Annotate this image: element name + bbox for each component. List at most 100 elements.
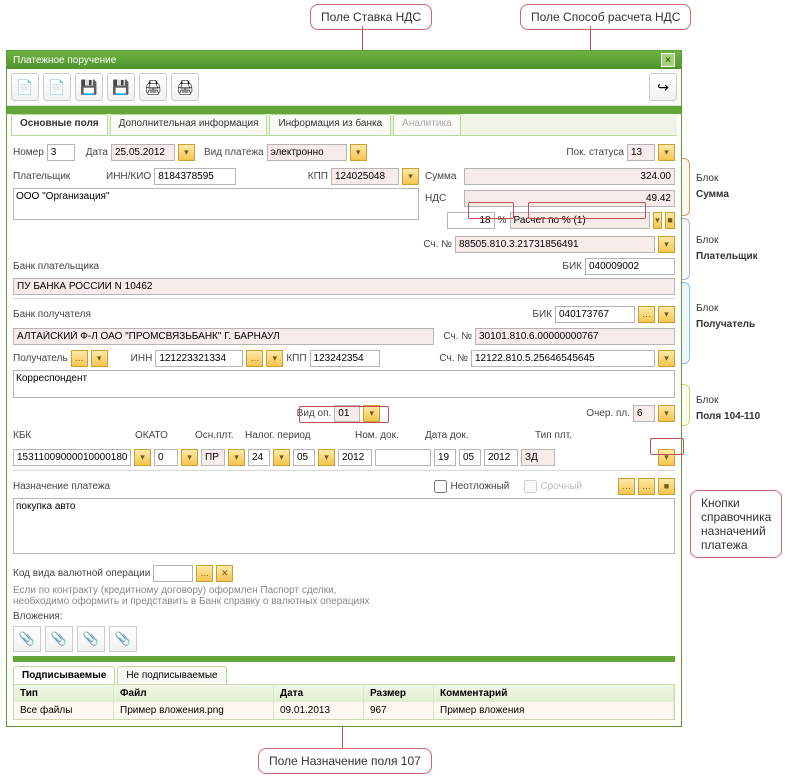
p2-dd-icon[interactable]: ▾ <box>318 449 335 466</box>
tb-print-icon[interactable]: 🖨 <box>139 73 167 101</box>
fh-type[interactable]: Тип <box>14 685 114 702</box>
input-payer-bik[interactable] <box>585 258 675 275</box>
lbl-kbk: КБК <box>13 430 135 441</box>
lbl-type: Вид платежа <box>204 147 264 158</box>
input-d2[interactable] <box>459 449 481 466</box>
nds-method-dd-icon[interactable]: ▾ <box>653 212 663 229</box>
calendar-icon[interactable]: ▾ <box>178 144 195 161</box>
fh-comm[interactable]: Комментарий <box>434 685 674 702</box>
input-purpose[interactable] <box>13 498 675 554</box>
lbl-period: Налог. период <box>245 430 355 441</box>
curcode-ref-icon[interactable]: … <box>196 565 213 582</box>
input-queue[interactable] <box>633 405 655 422</box>
type-dd-icon[interactable]: ▾ <box>350 144 367 161</box>
nds-action-icon[interactable]: ■ <box>665 212 675 229</box>
input-type[interactable] <box>267 144 347 161</box>
purpose-ref3-icon[interactable]: ■ <box>658 478 675 495</box>
input-p3[interactable] <box>338 449 372 466</box>
payer-kpp-dd-icon[interactable]: ▾ <box>402 168 419 185</box>
input-ndoc[interactable] <box>375 449 431 466</box>
tab-bank[interactable]: Информация из банка <box>269 114 391 135</box>
lbl-queue: Очер. пл. <box>586 408 630 419</box>
purpose-ref2-icon[interactable]: … <box>638 478 655 495</box>
fh-file[interactable]: Файл <box>114 685 274 702</box>
input-payer-inn[interactable] <box>154 168 236 185</box>
tip-dd-icon[interactable]: ▾ <box>658 449 675 466</box>
input-payee-bank[interactable] <box>13 328 434 345</box>
input-curcode[interactable] <box>153 565 193 582</box>
input-payee-acc[interactable] <box>475 328 675 345</box>
tabs: Основные поля Дополнительная информация … <box>11 114 677 136</box>
input-p2[interactable] <box>293 449 315 466</box>
vidop-dd-icon[interactable]: ▾ <box>363 405 380 422</box>
fh-date[interactable]: Дата <box>274 685 364 702</box>
payee-bik-dd-icon[interactable]: ▾ <box>658 306 675 323</box>
payer-acc-dd-icon[interactable]: ▾ <box>658 236 675 253</box>
input-payee-inn[interactable] <box>155 350 243 367</box>
input-vidop[interactable] <box>334 405 360 422</box>
lbl-payee-bank: Банк получателя <box>13 309 123 320</box>
lbl-payer-acc: Сч. № <box>423 239 452 250</box>
input-sum[interactable] <box>464 168 675 185</box>
att-edit-icon[interactable]: 📎 <box>45 626 73 652</box>
input-payee-bik[interactable] <box>555 306 635 323</box>
input-nds[interactable] <box>464 190 675 207</box>
payee-inn-ref-icon[interactable]: … <box>246 350 263 367</box>
input-okato[interactable] <box>154 449 178 466</box>
filetab-unsigned[interactable]: Не подписываемые <box>117 666 226 684</box>
input-payer-acc[interactable] <box>455 236 655 253</box>
okato-dd-icon[interactable]: ▾ <box>181 449 198 466</box>
status-dd-icon[interactable]: ▾ <box>658 144 675 161</box>
p1-dd-icon[interactable]: ▾ <box>273 449 290 466</box>
input-payee-name[interactable] <box>13 370 675 398</box>
input-nds-method[interactable] <box>510 212 650 229</box>
tab-analytics[interactable]: Аналитика <box>393 114 461 135</box>
payee-inn-dd-icon[interactable]: ▾ <box>266 350 283 367</box>
att-view-icon[interactable]: 📎 <box>109 626 137 652</box>
input-p1[interactable] <box>248 449 270 466</box>
kbk-dd-icon[interactable]: ▾ <box>134 449 151 466</box>
queue-dd-icon[interactable]: ▾ <box>658 405 675 422</box>
tab-main[interactable]: Основные поля <box>11 114 108 135</box>
tab-extra[interactable]: Дополнительная информация <box>110 114 268 135</box>
att-add-icon[interactable]: 📎 <box>13 626 41 652</box>
purpose-ref1-icon[interactable]: … <box>618 478 635 495</box>
tb-saveas-icon[interactable]: 💾 <box>107 73 135 101</box>
curcode-clear-icon[interactable]: ✕ <box>216 565 233 582</box>
table-row[interactable]: Все файлы Пример вложения.png 09.01.2013… <box>14 702 674 719</box>
filetab-signed[interactable]: Подписываемые <box>13 666 115 684</box>
payee-ref-icon[interactable]: … <box>71 350 88 367</box>
input-nds-rate[interactable] <box>447 212 495 229</box>
lbl-ddoc: Дата док. <box>425 430 535 441</box>
tb-doc-icon[interactable]: 📄 <box>43 73 71 101</box>
lbl-payee-inn: ИНН <box>131 353 153 364</box>
tb-printcfg-icon[interactable]: 🖨 <box>171 73 199 101</box>
tb-new-icon[interactable]: 📄 <box>11 73 39 101</box>
input-payee-kpp[interactable] <box>310 350 380 367</box>
input-status[interactable] <box>627 144 655 161</box>
input-osn[interactable] <box>201 449 225 466</box>
tb-save-icon[interactable]: 💾 <box>75 73 103 101</box>
input-payer-bank[interactable] <box>13 278 675 295</box>
input-date[interactable] <box>111 144 175 161</box>
input-num[interactable] <box>47 144 75 161</box>
cb-urgent[interactable] <box>434 480 447 493</box>
fr-type: Все файлы <box>14 702 114 719</box>
close-button[interactable]: × <box>661 53 675 67</box>
input-kbk[interactable] <box>13 449 131 466</box>
input-payer-kpp[interactable] <box>331 168 399 185</box>
lbl-nds: НДС <box>425 193 461 204</box>
payee-bik-ref-icon[interactable]: … <box>638 306 655 323</box>
input-tip[interactable] <box>521 449 555 466</box>
att-del-icon[interactable]: 📎 <box>77 626 105 652</box>
osn-dd-icon[interactable]: ▾ <box>228 449 245 466</box>
input-d3[interactable] <box>484 449 518 466</box>
tb-right-icon[interactable]: ↪ <box>649 73 677 101</box>
input-payer-name[interactable] <box>13 188 419 220</box>
payee-dd-icon[interactable]: ▾ <box>91 350 108 367</box>
input-payee-acc2[interactable] <box>471 350 655 367</box>
payee-acc2-dd-icon[interactable]: ▾ <box>658 350 675 367</box>
fr-size: 967 <box>364 702 434 719</box>
fh-size[interactable]: Размер <box>364 685 434 702</box>
input-d1[interactable] <box>434 449 456 466</box>
